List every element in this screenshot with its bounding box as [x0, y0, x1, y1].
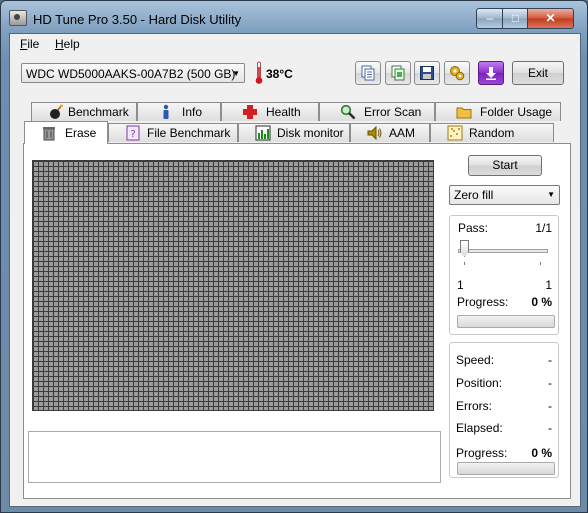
tab-folder-usage[interactable]: Folder Usage [435, 102, 561, 121]
svg-text:?: ? [130, 129, 135, 140]
hdtune-app-icon [9, 10, 27, 26]
tab-erase[interactable]: Erase [24, 121, 108, 144]
drive-select-value: WDC WD5000AAKS-00A7B2 (500 GB) [26, 67, 236, 81]
elapsed-label: Elapsed: [456, 421, 503, 435]
tab-error-scan[interactable]: Error Scan [319, 102, 435, 121]
tab-random-access[interactable]: Random Access [430, 123, 554, 158]
save-button[interactable] [414, 61, 440, 85]
tab-error-scan-label: Error Scan [364, 105, 422, 119]
folder-icon [456, 107, 472, 119]
tabs-row-2: Erase ? File Benchmark Disk monitor AAM … [24, 121, 566, 158]
bomb-icon [50, 104, 63, 119]
close-button[interactable]: ✕ [527, 8, 574, 29]
toolbar: WDC WD5000AAKS-00A7B2 (500 GB) ▼ 38°C Ex… [10, 54, 580, 96]
elapsed-value: - [548, 421, 552, 435]
chevron-down-icon: ▼ [232, 69, 240, 78]
window-title: HD Tune Pro 3.50 - Hard Disk Utility [33, 12, 242, 27]
progress-label: Progress: [457, 295, 509, 309]
erase-mode-select[interactable]: Zero fill ▼ [449, 185, 560, 205]
speaker-icon [367, 125, 382, 141]
menu-file[interactable]: File [20, 37, 39, 51]
errors-label: Errors: [456, 399, 492, 413]
slider-tick [540, 262, 541, 265]
menu-bar: File Help [10, 34, 580, 54]
position-label: Position: [456, 376, 503, 390]
maximize-button[interactable]: □ [502, 8, 529, 29]
options-icon [450, 66, 465, 81]
pass-min: 1 [457, 278, 464, 292]
tab-aam-label: AAM [389, 126, 416, 140]
menu-help[interactable]: Help [55, 37, 80, 51]
errors-value: - [548, 399, 552, 413]
download-icon [486, 67, 496, 80]
tab-aam[interactable]: AAM [350, 123, 430, 142]
health-cross-icon [243, 105, 257, 119]
pass-slider-thumb[interactable] [460, 240, 469, 257]
copy-text-icon [361, 65, 375, 81]
tabs-row-1: Benchmark Info Health Error Scan Folder … [31, 102, 573, 121]
drive-select[interactable]: WDC WD5000AAKS-00A7B2 (500 GB) ▼ [21, 63, 245, 83]
total-progress-bar [457, 462, 555, 475]
pass-max: 1 [545, 278, 552, 292]
tab-benchmark[interactable]: Benchmark [31, 102, 137, 121]
copy-text-button[interactable] [355, 61, 381, 85]
trash-bin-icon [43, 127, 55, 141]
bar-graph-icon [255, 125, 271, 141]
scatter-grid-icon [447, 125, 463, 141]
pass-group: Pass: 1/1 1 1 Progress: 0 % [449, 215, 559, 335]
tab-benchmark-label: Benchmark [68, 105, 129, 119]
start-button[interactable]: Start [468, 155, 542, 176]
minimize-button[interactable]: – [476, 8, 504, 29]
tab-file-benchmark[interactable]: ? File Benchmark [108, 123, 238, 142]
options-button[interactable] [444, 61, 470, 85]
tab-health[interactable]: Health [221, 102, 319, 121]
title-bar[interactable]: HD Tune Pro 3.50 - Hard Disk Utility – □… [1, 1, 587, 33]
speed-label: Speed: [456, 353, 495, 367]
tab-info[interactable]: Info [137, 102, 221, 121]
tab-disk-monitor-label: Disk monitor [277, 126, 344, 140]
slider-tick [464, 262, 465, 265]
temperature-readout: 38°C [266, 67, 293, 81]
erase-mode-value: Zero fill [454, 188, 494, 202]
pass-label: Pass: [458, 221, 489, 235]
download-button[interactable] [478, 61, 504, 85]
app-window: HD Tune Pro 3.50 - Hard Disk Utility – □… [0, 0, 588, 513]
magnifier-icon [340, 104, 356, 120]
exit-button[interactable]: Exit [512, 61, 564, 85]
pass-value: 1/1 [535, 221, 552, 235]
erase-log-box[interactable] [28, 431, 441, 483]
file-question-icon: ? [126, 125, 140, 141]
tab-file-benchmark-label: File Benchmark [147, 126, 231, 140]
copy-screenshot-icon [391, 65, 405, 81]
tab-folder-usage-label: Folder Usage [480, 105, 553, 119]
erase-panel: Start Zero fill ▼ Pass: 1/1 1 1 Progress… [23, 143, 571, 499]
progress-value: 0 % [531, 295, 552, 309]
stats-group: Speed: - Position: - Errors: - Elapsed: … [449, 342, 559, 478]
progress-label: Progress: [456, 446, 508, 460]
speed-value: - [548, 353, 552, 367]
save-icon [420, 66, 434, 80]
chevron-down-icon: ▼ [547, 190, 555, 199]
tab-erase-label: Erase [65, 126, 97, 140]
tab-info-label: Info [182, 105, 203, 119]
position-value: - [548, 376, 552, 390]
pass-slider-track[interactable] [458, 249, 548, 253]
erase-block-map [32, 160, 434, 411]
thermometer-icon [255, 61, 263, 84]
tab-health-label: Health [266, 105, 301, 119]
pass-progress-bar [457, 315, 555, 328]
progress-value: 0 % [531, 446, 552, 460]
info-icon [163, 104, 169, 119]
copy-screenshot-button[interactable] [385, 61, 411, 85]
tab-disk-monitor[interactable]: Disk monitor [238, 123, 350, 142]
